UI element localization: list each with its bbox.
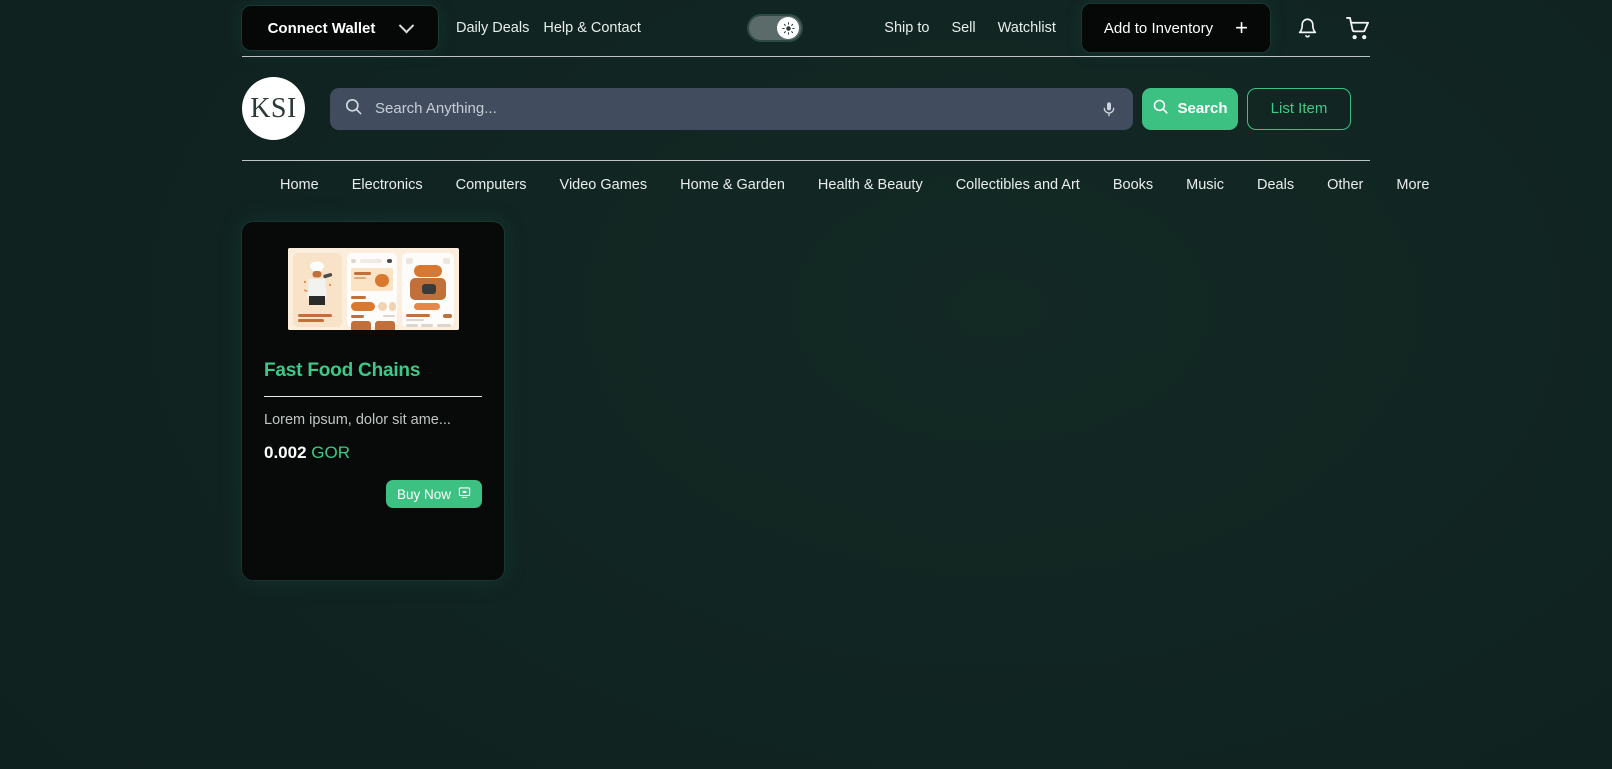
- plus-icon: +: [1235, 17, 1248, 39]
- shopping-cart-icon[interactable]: [1344, 15, 1370, 41]
- brand-logo[interactable]: KSI: [242, 77, 305, 140]
- add-to-inventory-button[interactable]: Add to Inventory +: [1082, 4, 1270, 52]
- link-help-contact[interactable]: Help & Contact: [543, 20, 641, 36]
- link-watchlist[interactable]: Watchlist: [998, 20, 1056, 36]
- product-price-amount: 0.002: [264, 443, 307, 462]
- nav-item-electronics[interactable]: Electronics: [352, 177, 423, 193]
- product-thumbnail: [288, 248, 459, 330]
- top-divider: [242, 56, 1370, 57]
- product-rule: [264, 396, 482, 397]
- search-button[interactable]: Search: [1142, 88, 1238, 130]
- search-field-wrapper[interactable]: [330, 88, 1133, 130]
- search-input[interactable]: [375, 100, 1099, 117]
- search-button-icon: [1152, 98, 1169, 119]
- chevron-down-icon: [399, 17, 415, 33]
- theme-toggle[interactable]: [747, 14, 803, 42]
- thumbnail-artwork: [288, 248, 459, 330]
- microphone-icon[interactable]: [1099, 99, 1119, 119]
- nav-item-deals[interactable]: Deals: [1257, 177, 1294, 193]
- list-item-button[interactable]: List Item: [1247, 88, 1351, 130]
- product-card[interactable]: Fast Food Chains Lorem ipsum, dolor sit …: [242, 222, 504, 580]
- product-grid: Fast Food Chains Lorem ipsum, dolor sit …: [242, 209, 1370, 580]
- top-right-cluster: Ship to Sell Watchlist Add to Inventory …: [862, 0, 1370, 56]
- search-button-label: Search: [1177, 100, 1227, 117]
- theme-toggle-knob: [777, 17, 799, 39]
- category-nav: Home Electronics Computers Video Games H…: [242, 161, 1370, 209]
- product-price: 0.002 GOR: [264, 443, 482, 463]
- nav-item-collectibles-art[interactable]: Collectibles and Art: [956, 177, 1080, 193]
- nav-item-home[interactable]: Home: [280, 177, 319, 193]
- search-row: KSI: [242, 57, 1370, 160]
- sun-icon: [782, 22, 795, 35]
- buy-row: Buy Now: [264, 480, 482, 508]
- nav-divider: [242, 160, 1370, 161]
- page-shell: Connect Wallet Daily Deals Help & Contac…: [242, 0, 1370, 769]
- link-daily-deals[interactable]: Daily Deals: [456, 20, 529, 36]
- product-description: Lorem ipsum, dolor sit ame...: [264, 412, 482, 428]
- utility-links: Daily Deals Help & Contact: [456, 20, 641, 36]
- app-root: Connect Wallet Daily Deals Help & Contac…: [0, 0, 1612, 769]
- connect-wallet-label: Connect Wallet: [268, 20, 376, 37]
- brand-logo-text: KSI: [250, 93, 297, 125]
- nav-item-home-garden[interactable]: Home & Garden: [680, 177, 785, 193]
- nav-item-more[interactable]: More: [1396, 177, 1429, 193]
- nav-item-computers[interactable]: Computers: [456, 177, 527, 193]
- nav-item-other[interactable]: Other: [1327, 177, 1363, 193]
- nav-item-books[interactable]: Books: [1113, 177, 1153, 193]
- product-title: Fast Food Chains: [264, 360, 482, 382]
- link-ship-to[interactable]: Ship to: [884, 20, 929, 36]
- connect-wallet-button[interactable]: Connect Wallet: [242, 6, 438, 50]
- link-sell[interactable]: Sell: [951, 20, 975, 36]
- nav-item-health-beauty[interactable]: Health & Beauty: [818, 177, 923, 193]
- notification-bell-icon[interactable]: [1294, 15, 1320, 41]
- nav-item-music[interactable]: Music: [1186, 177, 1224, 193]
- buy-now-label: Buy Now: [397, 487, 451, 502]
- nav-item-video-games[interactable]: Video Games: [560, 177, 648, 193]
- product-price-currency: GOR: [311, 443, 350, 462]
- monitor-icon: [458, 486, 471, 502]
- top-utility-bar: Connect Wallet Daily Deals Help & Contac…: [242, 0, 1370, 56]
- list-item-label: List Item: [1271, 100, 1328, 117]
- chef-illustration: [300, 260, 334, 308]
- buy-now-button[interactable]: Buy Now: [386, 480, 482, 508]
- add-to-inventory-label: Add to Inventory: [1104, 20, 1213, 37]
- search-icon: [344, 97, 363, 121]
